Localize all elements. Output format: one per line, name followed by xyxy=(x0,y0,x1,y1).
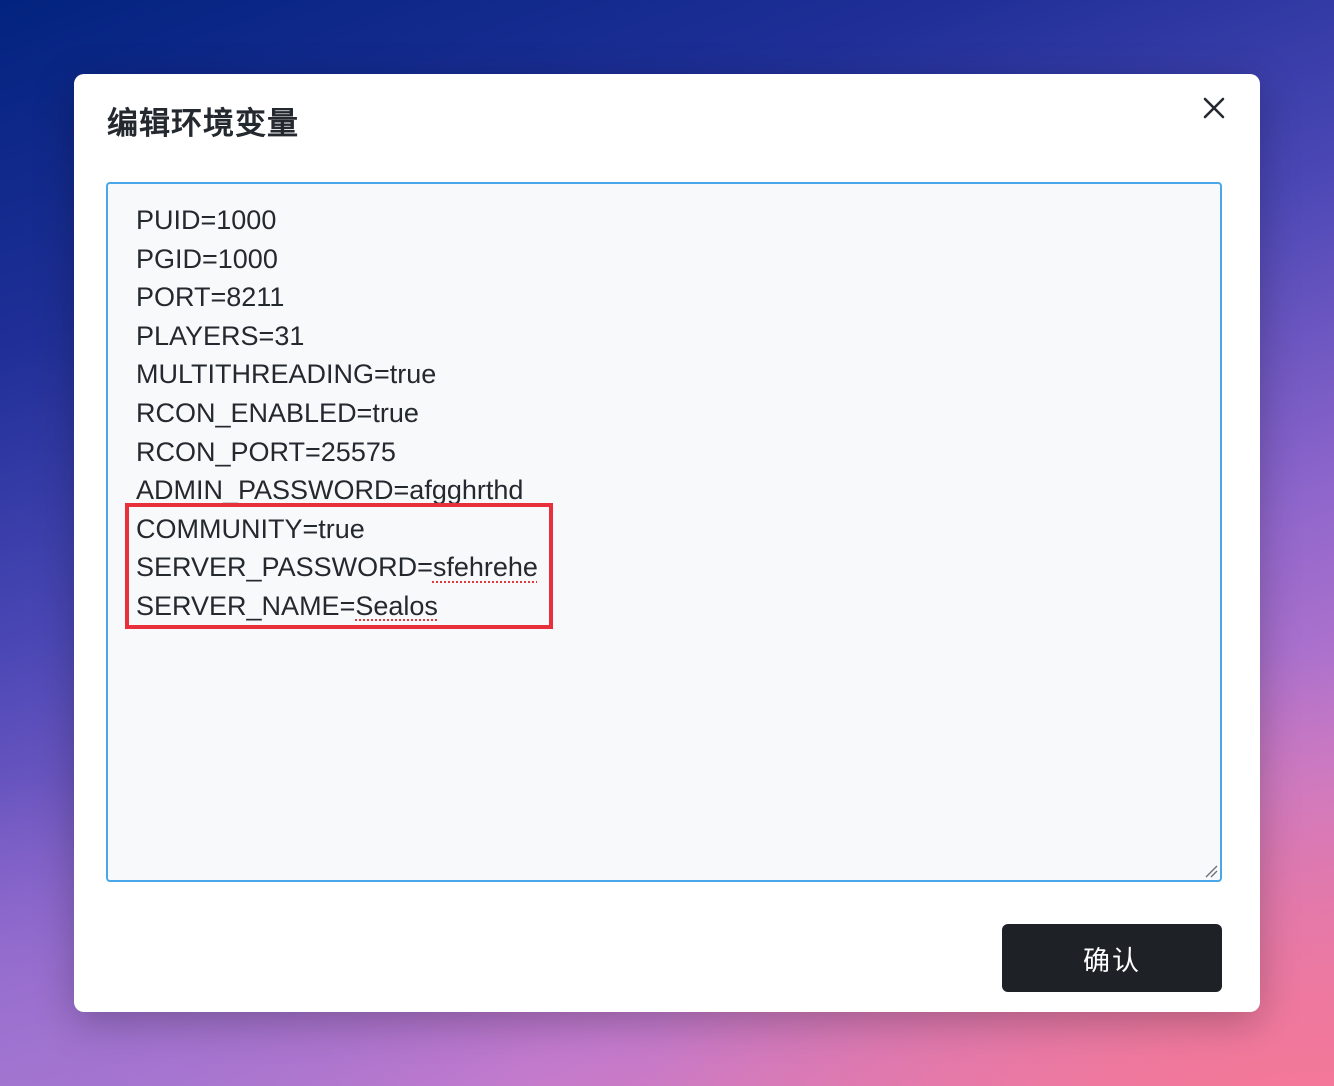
env-key: SERVER_NAME= xyxy=(136,590,356,621)
env-value-misspelled: afgghrthd xyxy=(409,475,524,506)
env-line-port: PORT=8211 xyxy=(136,282,285,313)
close-button[interactable] xyxy=(1198,92,1230,124)
confirm-button[interactable]: 确认 xyxy=(1002,924,1222,992)
env-line-multithreading: MULTITHREADING=true xyxy=(136,359,437,390)
env-line-admin-password: ADMIN_PASSWORD=afgghrthd xyxy=(136,471,1220,510)
env-line-server-password: SERVER_PASSWORD=sfehrehe xyxy=(136,548,1220,587)
env-line-server-name: SERVER_NAME=Sealos xyxy=(136,587,1220,626)
close-icon xyxy=(1203,97,1225,119)
env-line-players: PLAYERS=31 xyxy=(136,320,305,351)
edit-env-dialog: 编辑环境变量 PUID=1000 PGID=1000 PORT=8211 PLA… xyxy=(74,74,1260,1012)
env-line-puid: PUID=1000 xyxy=(136,205,277,235)
resize-handle-icon[interactable] xyxy=(1204,864,1218,878)
env-key: ADMIN_PASSWORD= xyxy=(136,475,410,506)
env-value-misspelled: sfehrehe xyxy=(432,552,538,583)
env-line-community: COMMUNITY=true xyxy=(136,513,365,544)
env-key: SERVER_PASSWORD= xyxy=(136,552,433,583)
env-line-rcon-port: RCON_PORT=25575 xyxy=(136,436,396,467)
env-line-pgid: PGID=1000 xyxy=(136,243,278,274)
env-value-misspelled: Sealos xyxy=(355,590,438,621)
dialog-title: 编辑环境变量 xyxy=(107,106,299,142)
env-line-rcon-enabled: RCON_ENABLED=true xyxy=(136,397,419,428)
env-variables-textarea[interactable]: PUID=1000 PGID=1000 PORT=8211 PLAYERS=31… xyxy=(106,182,1222,882)
